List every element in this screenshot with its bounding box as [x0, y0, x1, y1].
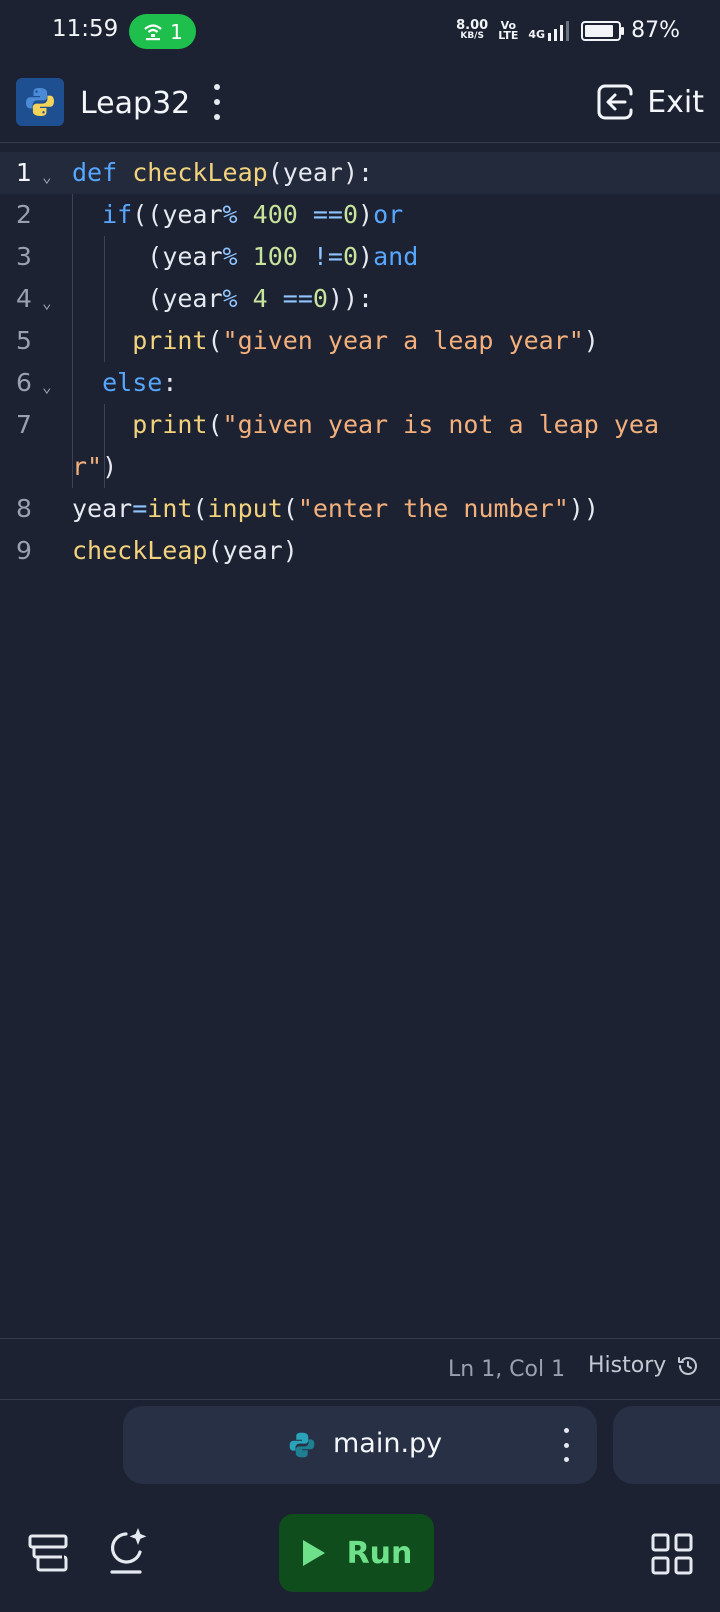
- line-number: 7: [16, 410, 32, 439]
- app-header: Leap32 Exit: [0, 76, 720, 142]
- gutter: 8: [0, 488, 66, 530]
- python-file-icon: [289, 1432, 315, 1458]
- network-speed: 8.00 KB/S: [456, 17, 489, 41]
- history-button[interactable]: History: [588, 1353, 700, 1378]
- code-line[interactable]: 4 ⌄ (year% 4 ==0)):: [0, 278, 720, 320]
- battery-percent: 87%: [631, 18, 680, 43]
- cursor-position: Ln 1, Col 1: [448, 1357, 566, 1382]
- grid-menu-icon[interactable]: [650, 1532, 694, 1576]
- line-number: 1: [16, 158, 32, 187]
- exit-button[interactable]: Exit: [595, 80, 704, 124]
- bottom-toolbar: Run: [0, 1500, 720, 1612]
- code-line[interactable]: 1 ⌄ def checkLeap(year):: [0, 152, 720, 194]
- ai-assistant-icon[interactable]: [106, 1526, 150, 1576]
- hotspot-count: 1: [170, 19, 183, 44]
- gutter: 9: [0, 530, 66, 572]
- line-number: 8: [16, 494, 32, 523]
- line-number: 6: [16, 368, 32, 397]
- line-number: 4: [16, 284, 32, 313]
- gutter: 2: [0, 194, 66, 236]
- python-logo-icon: [16, 78, 64, 126]
- run-button[interactable]: Run: [279, 1514, 434, 1592]
- gutter: 4 ⌄: [0, 278, 66, 320]
- hotspot-badge[interactable]: 1: [129, 14, 196, 49]
- gutter: 6 ⌄: [0, 362, 66, 404]
- play-icon: [302, 1540, 325, 1566]
- gutter: 1 ⌄: [0, 152, 66, 194]
- header-divider: [0, 142, 720, 143]
- hotspot-icon: [144, 23, 162, 40]
- signal-icon: 4G: [528, 20, 571, 41]
- more-options-icon[interactable]: [207, 84, 227, 120]
- status-time: 11:59: [52, 16, 119, 42]
- file-tab-label: main.py: [333, 1428, 443, 1459]
- project-title[interactable]: Leap32: [80, 86, 190, 121]
- line-number: 3: [16, 242, 32, 271]
- code-line[interactable]: 7 print("given year is not a leap year"): [0, 404, 720, 488]
- history-label: History: [588, 1353, 667, 1378]
- line-number: 2: [16, 200, 32, 229]
- fold-chevron-icon[interactable]: ⌄: [42, 366, 52, 408]
- history-icon: [678, 1356, 698, 1375]
- status-bar: 11:59 1 8.00 KB/S Vo LTE 4G 87%: [0, 0, 720, 66]
- file-tab-main[interactable]: main.py: [123, 1406, 597, 1484]
- exit-label: Exit: [647, 84, 704, 120]
- run-label: Run: [346, 1535, 413, 1571]
- code-line[interactable]: 8 year=int(input("enter the number")): [0, 488, 720, 530]
- fold-chevron-icon[interactable]: ⌄: [42, 282, 52, 324]
- gutter: 7: [0, 404, 66, 446]
- battery-icon: [581, 20, 625, 41]
- code-line[interactable]: 3 (year% 100 !=0)and: [0, 236, 720, 278]
- exit-icon: [597, 84, 633, 120]
- tab-options-icon[interactable]: [561, 1428, 571, 1462]
- gutter: 3: [0, 236, 66, 278]
- code-line[interactable]: 9 checkLeap(year): [0, 530, 720, 572]
- line-number: 5: [16, 326, 32, 355]
- fold-chevron-icon[interactable]: ⌄: [42, 156, 52, 198]
- editor-statusline: Ln 1, Col 1 History: [0, 1338, 720, 1400]
- file-tab-next[interactable]: [613, 1406, 720, 1484]
- layers-icon[interactable]: [26, 1532, 70, 1576]
- code-line[interactable]: 6 ⌄ else:: [0, 362, 720, 404]
- gutter: 5: [0, 320, 66, 362]
- line-number: 9: [16, 536, 32, 565]
- code-editor[interactable]: 1 ⌄ def checkLeap(year): 2 if((year% 400…: [0, 152, 720, 572]
- volte-indicator: Vo LTE: [498, 18, 519, 42]
- code-line[interactable]: 2 if((year% 400 ==0)or: [0, 194, 720, 236]
- code-line[interactable]: 5 print("given year a leap year"): [0, 320, 720, 362]
